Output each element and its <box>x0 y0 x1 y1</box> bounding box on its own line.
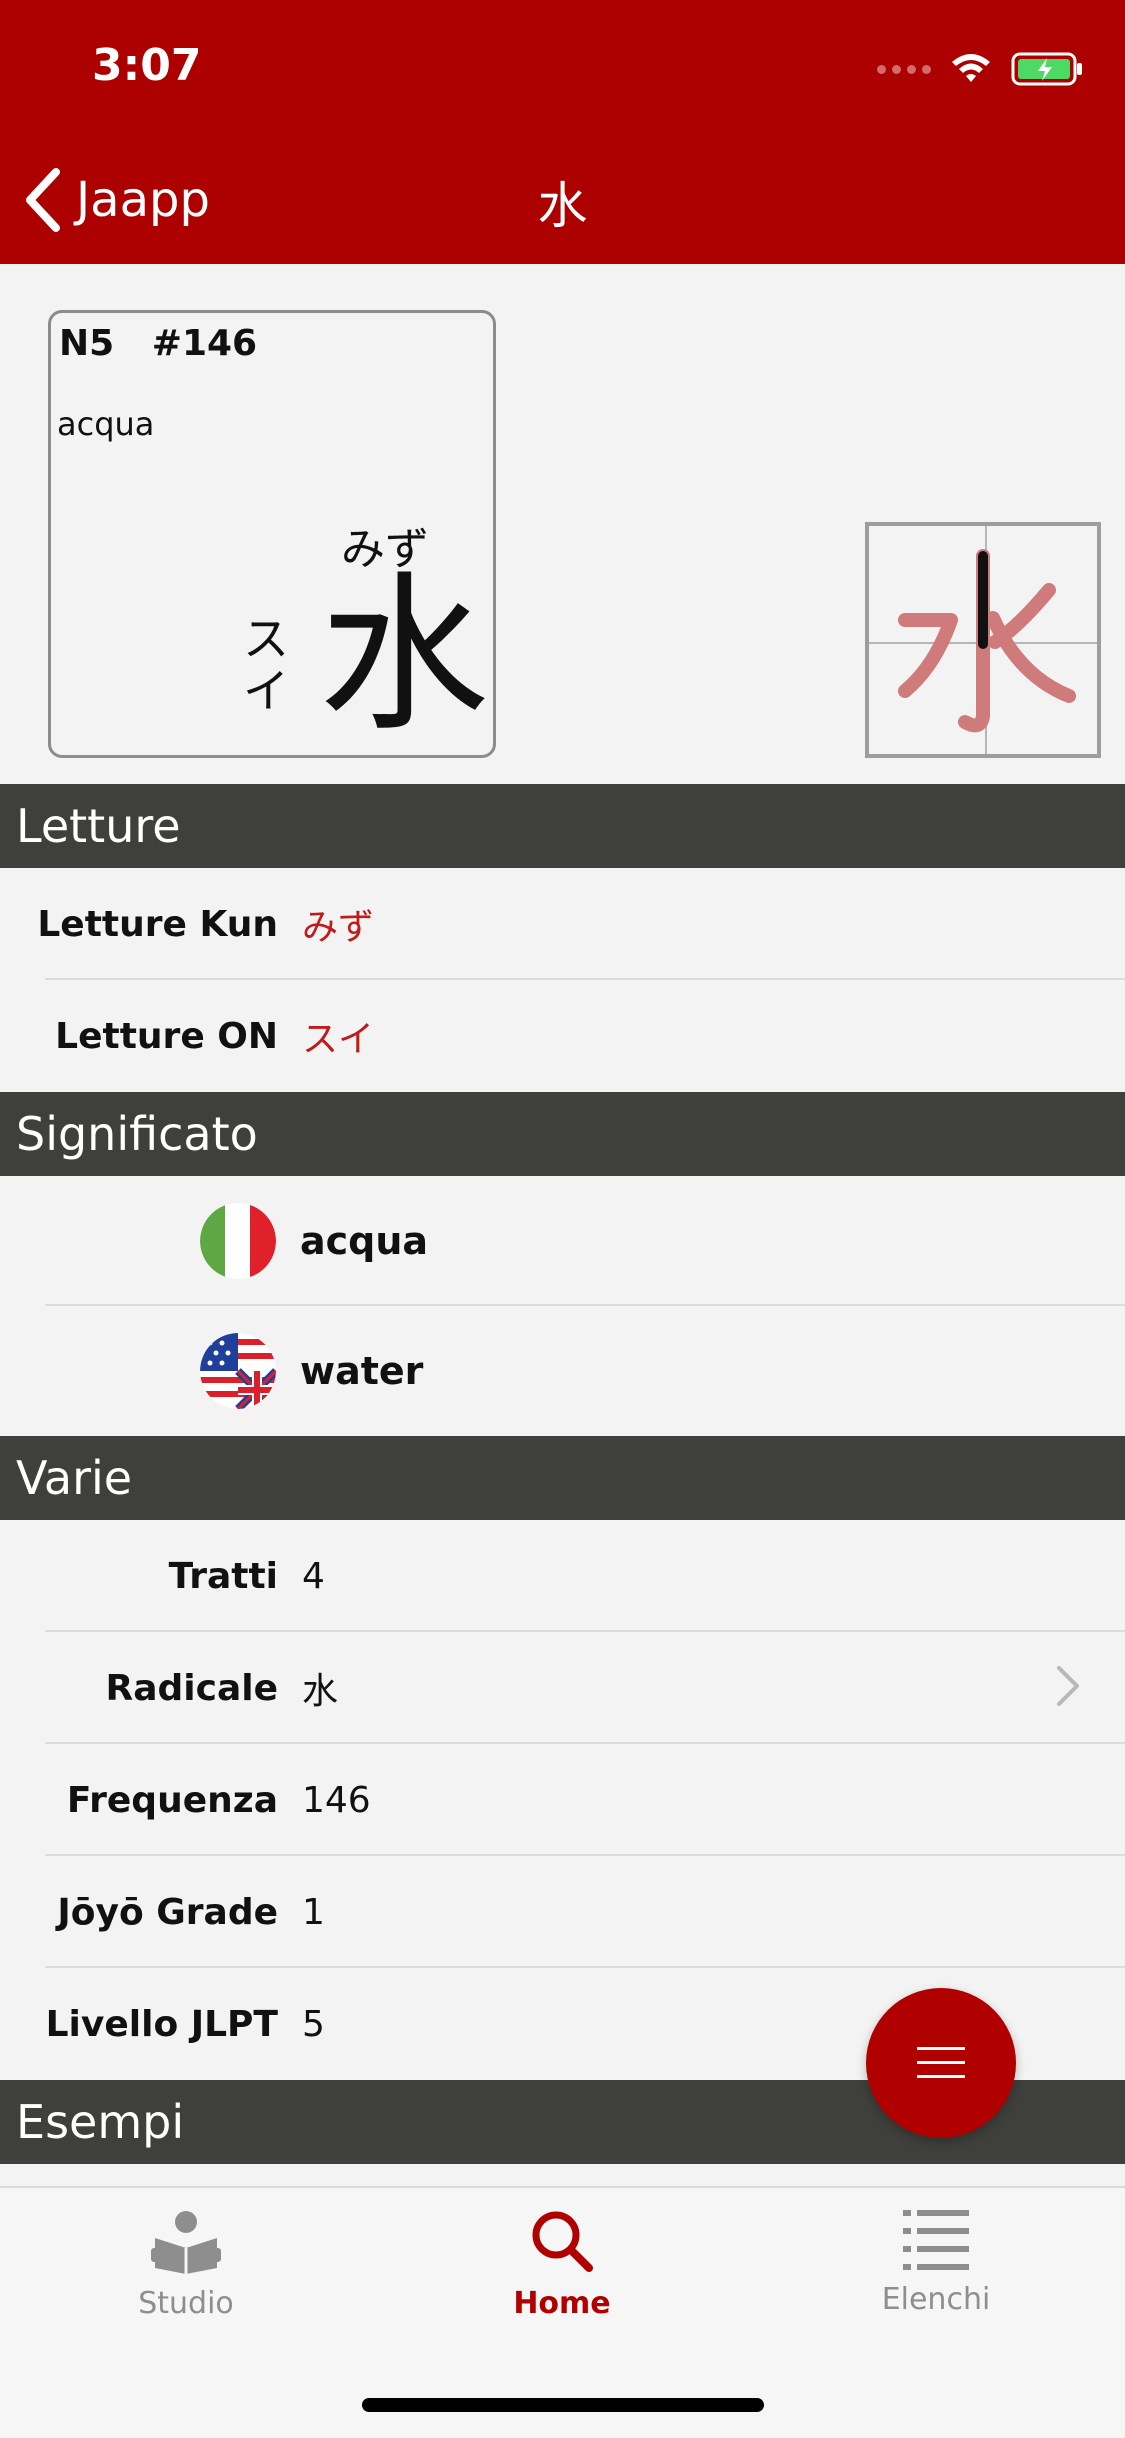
row-value: みず <box>302 907 375 948</box>
row-letture-on: Letture ON スイ <box>0 980 1125 1092</box>
tab-studio[interactable]: Studio <box>56 2208 316 2321</box>
section-header-letture: Letture <box>0 784 1125 868</box>
row-label: Livello JLPT <box>45 2003 278 2045</box>
chevron-right-icon <box>1057 1666 1079 1706</box>
section-header-varie: Varie <box>0 1436 1125 1520</box>
row-label: Tratti <box>168 1555 278 1597</box>
tab-bar: Studio Home Elenchi <box>0 2186 1125 2438</box>
row-value: 5 <box>302 2003 325 2045</box>
meaning-text: water <box>300 1349 424 1393</box>
row-radicale[interactable]: Radicale 水 <box>0 1632 1125 1744</box>
hamburger-menu-icon <box>917 2047 965 2078</box>
section-header-significato: Significato <box>0 1092 1125 1176</box>
italy-flag-icon <box>200 1203 276 1279</box>
row-label: Letture ON <box>55 1015 278 1057</box>
uk-us-flag-icon <box>200 1333 276 1409</box>
kanji-level: N5 #146 <box>59 323 257 364</box>
cellular-signal-icon <box>877 64 931 74</box>
meaning-row-english: water <box>0 1306 1125 1436</box>
row-frequenza: Frequenza 146 <box>0 1744 1125 1856</box>
row-value: 1 <box>302 1891 325 1933</box>
card-kanji: 水 <box>319 557 490 755</box>
wifi-icon <box>952 54 990 82</box>
tab-label: Elenchi <box>881 2282 991 2317</box>
battery-charging-icon <box>1011 52 1082 86</box>
tab-label: Home <box>513 2286 611 2321</box>
row-tratti: Tratti 4 <box>0 1520 1125 1632</box>
book-reader-icon <box>151 2211 221 2274</box>
jlpt-level: N5 <box>59 323 115 364</box>
navigation-bar: 3:07 Jaapp 水 <box>0 0 1125 264</box>
status-indicators <box>877 46 1085 92</box>
search-icon <box>532 2211 593 2272</box>
row-joyo-grade: Jōyō Grade 1 <box>0 1856 1125 1968</box>
stroke-order-diagram[interactable] <box>865 522 1101 758</box>
row-label: Letture Kun <box>37 903 278 945</box>
list-icon <box>903 2210 969 2270</box>
row-label: Jōyō Grade <box>57 1891 278 1933</box>
row-value: 水 <box>302 1671 339 1712</box>
stroke-order-kanji <box>898 549 1076 733</box>
page-title: 水 <box>537 177 588 235</box>
row-label: Radicale <box>105 1667 278 1709</box>
kanji-card: N5 #146 acqua みず スイ 水 <box>48 310 496 758</box>
row-value: スイ <box>302 1019 375 1060</box>
card-on-reading: スイ <box>243 612 289 718</box>
home-indicator[interactable] <box>362 2398 764 2412</box>
menu-fab-button[interactable] <box>866 1988 1016 2138</box>
status-time: 3:07 <box>92 40 202 91</box>
row-value: 4 <box>302 1555 325 1597</box>
tab-home[interactable]: Home <box>432 2208 692 2321</box>
card-meaning: acqua <box>57 405 155 443</box>
row-letture-kun: Letture Kun みず <box>0 868 1125 980</box>
meaning-text: acqua <box>300 1219 429 1263</box>
tab-label: Studio <box>138 2286 234 2321</box>
kanji-number: #146 <box>151 323 258 364</box>
row-label: Frequenza <box>66 1779 278 1821</box>
tab-elenchi[interactable]: Elenchi <box>806 2208 1066 2317</box>
row-value: 146 <box>302 1779 371 1821</box>
meaning-row-italian: acqua <box>0 1176 1125 1306</box>
